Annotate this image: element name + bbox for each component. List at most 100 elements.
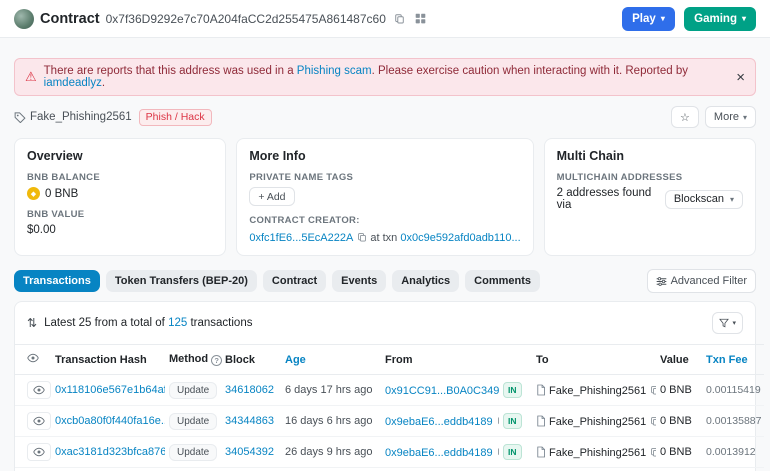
block-link[interactable]: 34344863 (225, 415, 274, 427)
preview-eye-button[interactable] (27, 381, 51, 399)
bnb-balance-value-row: ◆ 0 BNB (27, 187, 213, 200)
txn-fee-text: 0.00115419 (706, 384, 761, 396)
copy-creator-button[interactable] (353, 230, 367, 245)
eye-column-header[interactable] (15, 345, 51, 375)
copy-to-button[interactable] (646, 383, 656, 398)
to-address-link[interactable]: Fake_Phishing2561 (549, 447, 646, 459)
table-header-row: Transaction Hash Method? Block Age From … (15, 345, 764, 375)
play-button[interactable]: Play ▾ (622, 7, 675, 31)
header-block: Block (221, 345, 281, 375)
label-tag-icon (14, 111, 26, 123)
value-text: 0 BNB (660, 446, 692, 458)
tab-analytics[interactable]: Analytics (392, 270, 459, 292)
from-address-link[interactable]: 0x91CC91...B0A0C349 (385, 385, 499, 397)
favorite-star-button[interactable]: ☆ (671, 106, 699, 128)
tab-events[interactable]: Events (332, 270, 386, 292)
header-age[interactable]: Age (281, 345, 381, 375)
table-row: 0x118106e567e1b64af...Update346180626 da… (15, 375, 764, 406)
tab-token-transfers-bep-20[interactable]: Token Transfers (BEP-20) (106, 270, 257, 292)
bnb-balance-label: BNB BALANCE (27, 172, 213, 183)
bnb-balance-value: 0 BNB (45, 188, 78, 200)
name-tag-label: Fake_Phishing2561 (30, 111, 132, 123)
multichain-addresses-label: MULTICHAIN ADDRESSES (557, 172, 743, 183)
copy-address-button[interactable] (392, 11, 407, 26)
more-button-label: More (714, 111, 739, 123)
to-address-link[interactable]: Fake_Phishing2561 (549, 416, 646, 428)
chevron-down-icon: ▾ (742, 14, 746, 23)
creator-address-link[interactable]: 0xfc1fE6...5EcA222A (249, 232, 353, 244)
tag-row: Fake_Phishing2561 Phish / Hack ☆ More ▾ (14, 106, 756, 128)
multichain-found-text: 2 addresses found via (557, 187, 659, 211)
blockscan-select[interactable]: Blockscan ▾ (665, 190, 743, 209)
block-link[interactable]: 34054392 (225, 446, 274, 458)
copy-from-button[interactable] (493, 445, 499, 460)
contract-file-icon (536, 446, 546, 458)
name-tag: Fake_Phishing2561 (14, 111, 132, 123)
more-button[interactable]: More ▾ (705, 106, 756, 128)
close-icon[interactable]: × (736, 70, 745, 85)
add-private-tag-button[interactable]: + Add (249, 187, 294, 206)
advanced-filter-button[interactable]: Advanced Filter (647, 269, 756, 293)
tab-contract[interactable]: Contract (263, 270, 326, 292)
transactions-summary-bar: ⇅ Latest 25 from a total of 125 transact… (15, 302, 755, 344)
bnb-value-amount: $0.00 (27, 224, 213, 236)
grid-icon (415, 13, 426, 24)
to-address-link[interactable]: Fake_Phishing2561 (549, 385, 646, 397)
reporter-link[interactable]: iamdeadlyz (44, 77, 102, 89)
txn-hash-link[interactable]: 0xcb0a80f0f440fa16e... (55, 415, 165, 427)
header-value-label: Value (660, 354, 689, 366)
age-text: 26 days 9 hrs ago (285, 446, 372, 458)
value-text: 0 BNB (660, 415, 692, 427)
overview-card-title: Overview (27, 149, 213, 163)
copy-from-button[interactable] (493, 414, 499, 429)
copy-icon (497, 416, 499, 426)
summary-suffix: transactions (187, 317, 252, 329)
transactions-summary-text: Latest 25 from a total of 125 transactio… (44, 317, 252, 329)
page-title: Contract (40, 11, 100, 27)
question-circle-icon[interactable]: ? (211, 355, 222, 366)
preview-eye-button[interactable] (27, 412, 51, 430)
header-method-label: Method (169, 353, 208, 365)
txn-hash-link[interactable]: 0xac3181d323bfca876... (55, 446, 165, 458)
header-transaction-hash: Transaction Hash (51, 345, 165, 375)
header-from-label: From (385, 354, 413, 366)
copy-to-button[interactable] (646, 414, 656, 429)
copy-icon (650, 416, 656, 426)
tab-comments[interactable]: Comments (465, 270, 540, 292)
txn-hash-link[interactable]: 0x118106e567e1b64af... (55, 384, 165, 396)
eye-icon (33, 447, 45, 457)
private-name-tags-label: PRIVATE NAME TAGS (249, 172, 520, 183)
table-filter-button[interactable]: ▾ (712, 312, 743, 334)
from-address-link[interactable]: 0x9ebaE6...eddb4189 (385, 416, 493, 428)
header-txn-fee[interactable]: Txn Fee (702, 345, 764, 375)
creator-txn-link[interactable]: 0x0c9e592afd0adb110... (400, 232, 520, 244)
from-address-link[interactable]: 0x9ebaE6...eddb4189 (385, 447, 493, 459)
blockscan-select-label: Blockscan (674, 193, 724, 205)
total-transactions-link[interactable]: 125 (168, 317, 187, 329)
tab-transactions[interactable]: Transactions (14, 270, 100, 292)
direction-in-badge: IN (503, 413, 522, 429)
header-age-label: Age (285, 354, 306, 366)
warning-text-prefix: There are reports that this address was … (44, 65, 297, 77)
header-value: Value (656, 345, 702, 375)
header-from: From (381, 345, 499, 375)
method-badge: Update (169, 413, 217, 430)
advanced-filter-label: Advanced Filter (671, 275, 747, 287)
phish-hack-badge: Phish / Hack (139, 109, 212, 126)
page-header: Contract 0x7f36D9292e7c70A204faCC2d25547… (0, 0, 770, 38)
gaming-button[interactable]: Gaming ▾ (684, 7, 756, 31)
copy-to-button[interactable] (646, 445, 656, 460)
header-to-label: To (536, 354, 549, 366)
block-link[interactable]: 34618062 (225, 384, 274, 396)
table-row: 0xac3181d323bfca876... Update 34054392 26 d… (15, 437, 764, 468)
copy-icon (357, 232, 367, 242)
phishing-scam-link[interactable]: Phishing scam (297, 65, 372, 77)
apps-grid-button[interactable] (413, 11, 428, 26)
txn-fee-text: 0.0013912 (706, 446, 756, 458)
preview-eye-button[interactable] (27, 443, 51, 461)
phishing-warning-banner: ⚠ There are reports that this address wa… (14, 58, 756, 96)
sort-icon[interactable]: ⇅ (27, 316, 37, 330)
direction-in-badge: IN (503, 444, 522, 460)
tag-actions: ☆ More ▾ (671, 106, 756, 128)
method-badge: Update (169, 444, 217, 461)
